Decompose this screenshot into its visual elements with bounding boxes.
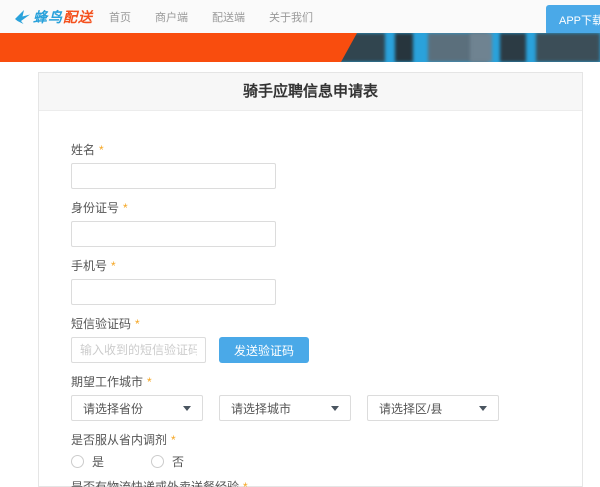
experience-label: 是否有物流快递或外卖送餐经验 — [71, 480, 240, 487]
transfer-option-yes[interactable]: 是 — [71, 453, 151, 470]
nav-item-merchant[interactable]: 商户端 — [155, 9, 188, 25]
id-number-input[interactable] — [71, 221, 276, 247]
logo-bird-icon — [15, 9, 30, 24]
sms-code-input[interactable] — [71, 337, 206, 363]
caret-down-icon — [331, 405, 339, 411]
required-marker: * — [171, 433, 176, 447]
required-marker: * — [135, 317, 140, 331]
send-code-button[interactable]: 发送验证码 — [219, 337, 310, 363]
transfer-option-no[interactable]: 否 — [151, 453, 231, 470]
district-select[interactable]: 请选择区/县 — [367, 395, 499, 421]
transfer-label: 是否服从省内调剂 — [71, 433, 168, 447]
banner-orange-stripe — [0, 33, 357, 62]
name-label: 姓名 — [71, 143, 96, 157]
radio-unchecked-icon[interactable] — [151, 455, 164, 468]
province-select[interactable]: 请选择省份 — [71, 395, 203, 421]
required-marker: * — [243, 480, 248, 487]
field-work-city: 期望工作城市 * 请选择省份 请选择城市 请选择区/县 — [71, 376, 582, 421]
field-sms-code: 短信验证码* 发送验证码 — [71, 318, 582, 363]
province-select-value: 请选择省份 — [83, 401, 144, 416]
form-body: 姓名* 身份证号* 手机号* 短信验证码* 发送验证码 — [39, 111, 582, 487]
application-form-card: 骑手应聘信息申请表 姓名 * 身份证号 * 手机号 * 短信验证码 * 输入收到… — [38, 72, 583, 487]
banner-photo-shape — [500, 33, 526, 62]
city-select[interactable]: 请选择城市 — [219, 395, 351, 421]
banner-photo-shape — [470, 33, 492, 62]
name-input[interactable] — [71, 163, 276, 189]
logo-text-primary: 蜂鸟 — [33, 8, 63, 25]
banner-photo-shape — [536, 33, 600, 62]
field-id-number: 身份证号 * — [71, 202, 582, 247]
field-phone: 手机号 * — [71, 260, 582, 305]
sms-code-label: 短信验证码 — [71, 317, 132, 331]
top-nav: 蜂鸟 配送 首页 商户端 配送端 关于我们 APP下载 — [0, 0, 600, 35]
work-city-label: 期望工作城市 — [71, 375, 144, 389]
field-name: 姓名 * — [71, 144, 582, 189]
logo-text-secondary: 配送 — [63, 8, 93, 25]
caret-down-icon — [183, 405, 191, 411]
required-marker: * — [111, 259, 116, 273]
id-number-label: 身份证号 — [71, 201, 120, 215]
form-title: 骑手应聘信息申请表 — [39, 73, 582, 111]
required-marker: * — [147, 375, 152, 389]
required-marker: * — [99, 143, 104, 157]
nav-item-home[interactable]: 首页 — [109, 9, 131, 25]
caret-down-icon — [479, 405, 487, 411]
field-transfer: 是否服从省内调剂 * 是 否 — [71, 434, 582, 470]
app-download-button[interactable]: APP下载 — [545, 5, 600, 35]
banner-photo-shape — [395, 33, 413, 62]
phone-label: 手机号 — [71, 259, 108, 273]
nav-item-delivery[interactable]: 配送端 — [212, 9, 245, 25]
hero-banner — [0, 33, 600, 62]
required-marker: * — [123, 201, 128, 215]
city-select-value: 请选择城市 — [231, 401, 292, 416]
nav-item-about[interactable]: 关于我们 — [269, 9, 313, 25]
phone-input[interactable] — [71, 279, 276, 305]
nav-links: 首页 商户端 配送端 关于我们 — [109, 9, 337, 25]
logo[interactable]: 蜂鸟 配送 — [13, 7, 93, 27]
radio-unchecked-icon[interactable] — [71, 455, 84, 468]
district-select-value: 请选择区/县 — [379, 401, 443, 416]
field-experience: 是否有物流快递或外卖送餐经验* 是 否 — [71, 481, 582, 487]
